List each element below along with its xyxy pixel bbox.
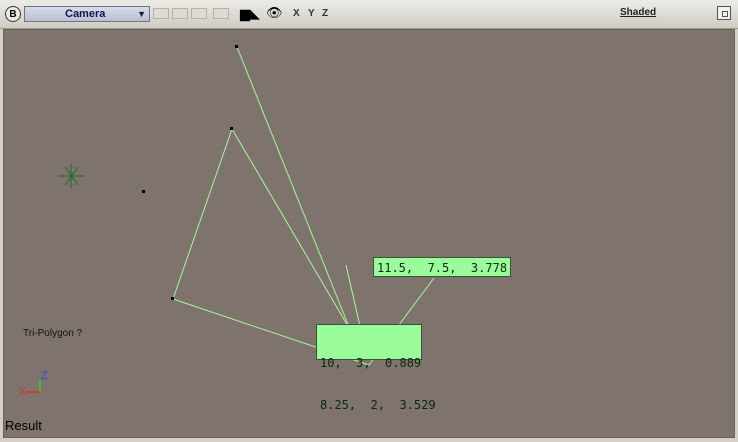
layer-slot[interactable]	[153, 8, 169, 19]
3d-viewport[interactable]: X Z 11.5, 7.5, 3.778 10, 3, 0.889 8.25, …	[3, 29, 735, 438]
triangle-edges	[172, 46, 435, 366]
gizmo-z-label: Z	[41, 370, 48, 382]
camera-select-label: Camera	[65, 8, 106, 20]
vertex-point	[230, 127, 233, 130]
maximize-icon[interactable]	[717, 6, 731, 20]
edge	[231, 128, 363, 351]
edge	[236, 46, 360, 353]
null-object-icon	[58, 164, 84, 188]
vertex-point	[142, 190, 145, 193]
axis-y-toggle[interactable]: Y	[308, 8, 315, 19]
vertex-coordinate-tag: 10, 3, 0.889 8.25, 2, 3.529	[316, 324, 436, 412]
axis-gizmo: X Z	[19, 370, 48, 398]
layer-slot[interactable]	[213, 8, 229, 19]
gizmo-x-label: X	[19, 386, 27, 398]
dropdown-arrow-icon: ▼	[137, 9, 146, 19]
layer-slot[interactable]	[191, 8, 207, 19]
shading-mode-dropdown[interactable]: Shaded	[620, 7, 656, 18]
coord-line: 10, 3, 0.889	[320, 356, 422, 370]
coord-line: 8.25, 2, 3.529	[320, 398, 436, 412]
camera-select[interactable]: Camera ▼	[24, 6, 150, 22]
selection-label: Tri-Polygon ?	[23, 328, 83, 339]
viewport-toolbar: B Camera ▼ ▆◣ 👁 X Y Z Shaded	[0, 0, 738, 29]
axis-z-toggle[interactable]: Z	[322, 8, 328, 19]
layer-slot[interactable]	[172, 8, 188, 19]
camera-icon[interactable]: ▆◣	[240, 6, 260, 22]
vertex-coordinate-tag: 11.5, 7.5, 3.778	[373, 257, 512, 277]
vertex-point	[171, 297, 174, 300]
app-window: B Camera ▼ ▆◣ 👁 X Y Z Shaded X Z 11.5, 7…	[0, 0, 738, 442]
edge	[172, 128, 233, 300]
eye-icon[interactable]: 👁	[266, 5, 283, 21]
axis-x-toggle[interactable]: X	[293, 8, 300, 19]
vertex-point	[235, 45, 238, 48]
status-text: Result	[5, 418, 42, 433]
viewport-menu-button[interactable]: B	[5, 6, 21, 22]
